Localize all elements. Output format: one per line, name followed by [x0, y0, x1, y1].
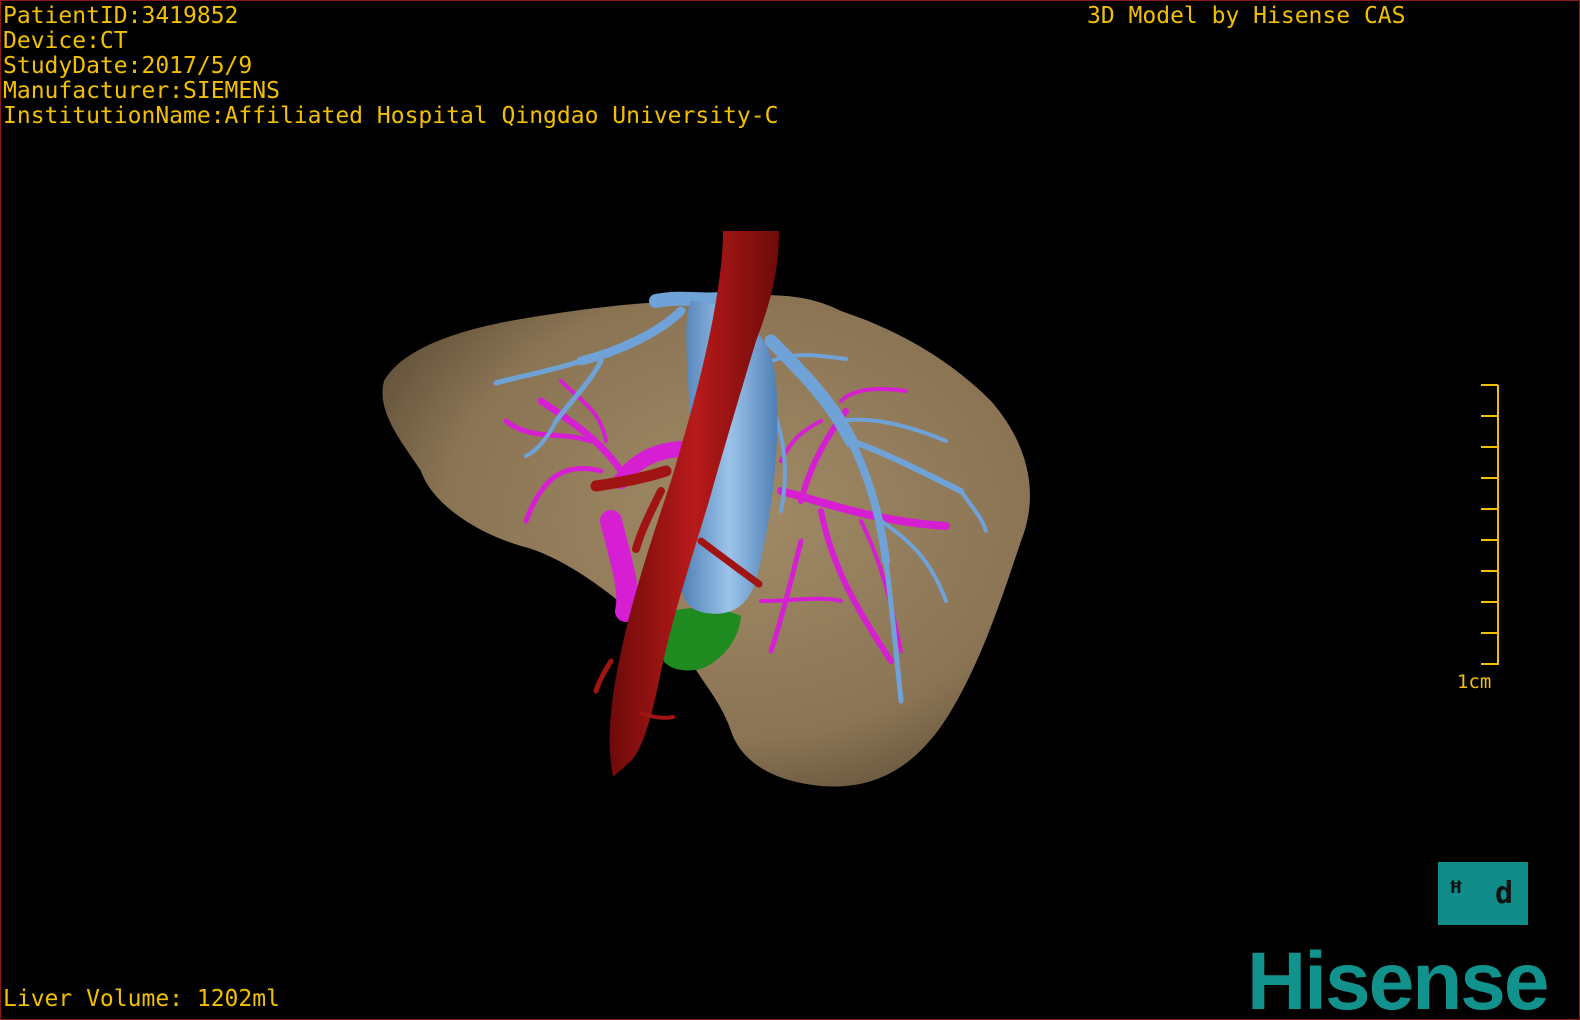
institution-name: InstitutionName:Affiliated Hospital Qing… [3, 103, 779, 129]
patient-id: PatientID:3419852 [3, 3, 239, 29]
orientation-cube[interactable]: ꟸ d [1438, 862, 1528, 925]
model-credit: 3D Model by Hisense CAS [1087, 3, 1406, 29]
scale-bar [1481, 384, 1499, 665]
scale-label: 1cm [1457, 671, 1492, 693]
study-date: StudyDate:2017/5/9 [3, 53, 253, 79]
hisense-logo: Hisense [1247, 936, 1550, 1020]
liver-volume: Liver Volume: 1202ml [3, 986, 280, 1012]
liver-3d-model[interactable] [1, 1, 1580, 1020]
device: Device:CT [3, 28, 128, 54]
orientation-label: ꟸ d [1446, 876, 1520, 911]
3d-viewport[interactable]: PatientID:3419852 Device:CT StudyDate:2017… [0, 0, 1580, 1020]
manufacturer: Manufacturer:SIEMENS [3, 78, 280, 104]
dicom-metadata: PatientID:3419852 Device:CT StudyDate:2017… [3, 4, 778, 129]
